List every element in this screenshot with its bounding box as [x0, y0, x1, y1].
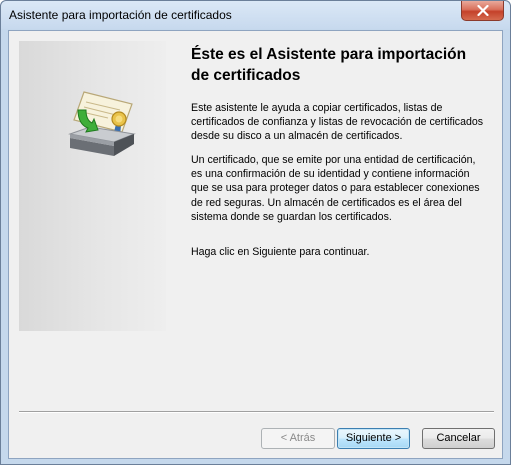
continue-instruction: Haga clic en Siguiente para continuar. — [191, 246, 370, 258]
close-icon — [477, 5, 489, 16]
title-bar[interactable]: Asistente para importación de certificad… — [1, 1, 510, 29]
wizard-side-panel — [19, 41, 166, 331]
certificate-description-paragraph: Un certificado, que se emite por una ent… — [191, 154, 480, 223]
heading-line-1: Éste es el Asistente para importación — [191, 46, 467, 63]
dialog-window: Asistente para importación de certificad… — [0, 0, 511, 465]
wizard-heading: Éste es el Asistente para importación de… — [191, 44, 491, 86]
back-button[interactable]: < Atrás — [261, 428, 335, 449]
wizard-client-area: Éste es el Asistente para importación de… — [8, 30, 503, 459]
close-button[interactable] — [461, 1, 504, 21]
window-title: Asistente para importación de certificad… — [9, 8, 232, 22]
button-separator — [19, 411, 494, 413]
intro-paragraph: Este asistente le ayuda a copiar certifi… — [191, 102, 484, 143]
next-button[interactable]: Siguiente > — [337, 428, 410, 449]
cancel-button[interactable]: Cancelar — [422, 428, 495, 449]
heading-line-2: de certificados — [191, 67, 301, 84]
certificate-import-icon — [68, 91, 136, 156]
